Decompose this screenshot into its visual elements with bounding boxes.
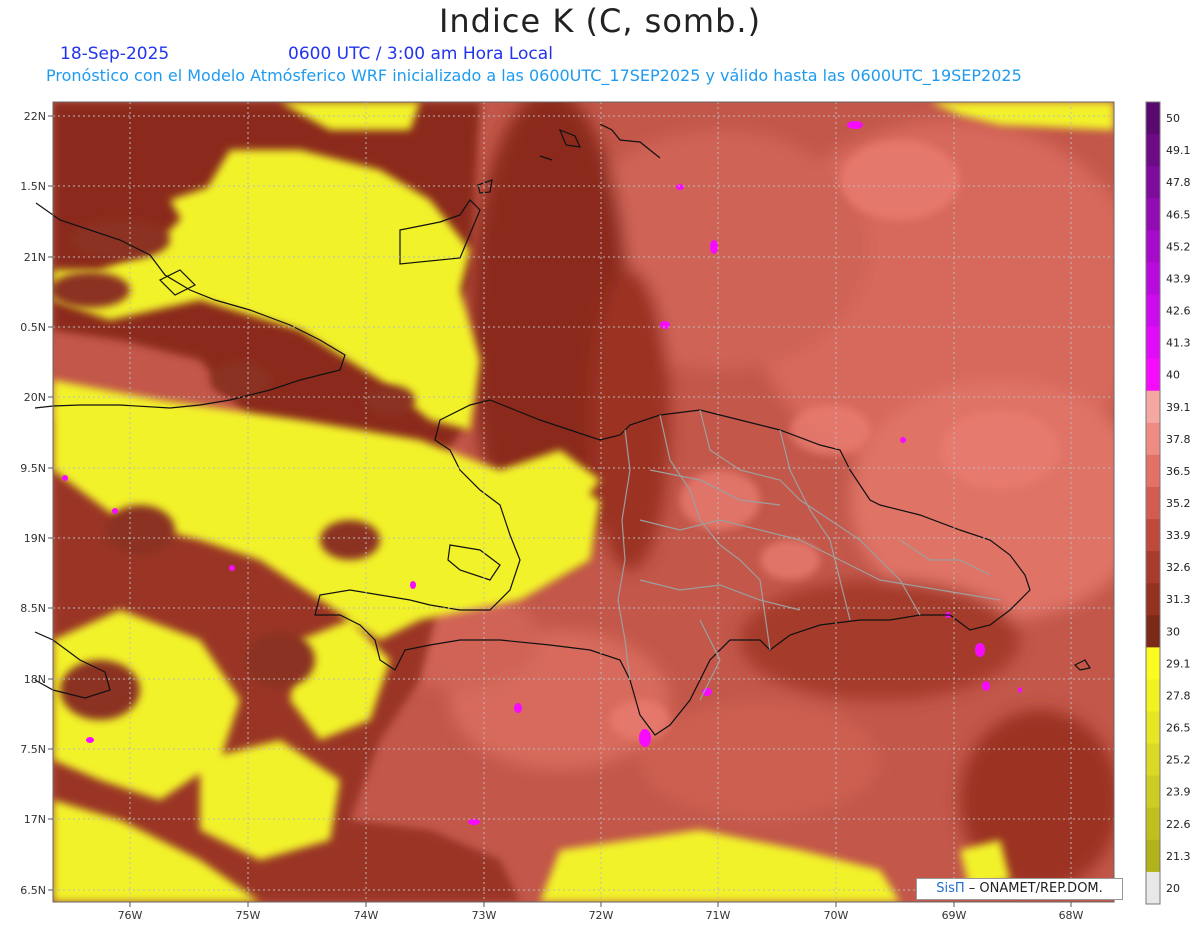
colorbar-label: 33.9 bbox=[1166, 529, 1191, 542]
colorbar-swatch bbox=[1146, 262, 1160, 295]
colorbar-swatch bbox=[1146, 390, 1160, 424]
colorbar-label: 42.6 bbox=[1166, 305, 1191, 318]
lat-label: 8.5N bbox=[20, 602, 46, 615]
colorbar-swatch bbox=[1146, 102, 1160, 135]
colorbar-swatch bbox=[1146, 358, 1160, 392]
colorbar-swatch bbox=[1146, 647, 1160, 680]
colorbar-swatch bbox=[1146, 679, 1160, 713]
colorbar-label: 21.3 bbox=[1166, 850, 1191, 863]
colorbar-swatch bbox=[1146, 134, 1160, 167]
longitude-labels: 76W 75W 74W 73W 72W 71W 70W 69W 68W bbox=[118, 909, 1084, 922]
colorbar-swatch bbox=[1146, 294, 1160, 328]
lon-label: 71W bbox=[706, 909, 731, 922]
lon-label: 72W bbox=[589, 909, 614, 922]
colorbar-swatch bbox=[1146, 166, 1160, 199]
colorbar-label: 23.9 bbox=[1166, 786, 1191, 799]
lon-label: 76W bbox=[118, 909, 143, 922]
colorbar-label: 46.5 bbox=[1166, 208, 1191, 221]
lat-label: 0.5N bbox=[20, 321, 46, 334]
k-index-map: 22N 1.5N 21N 0.5N 20N 9.5N 19N 8.5N 18N … bbox=[20, 101, 1191, 922]
credit-text: – ONAMET/REP.DOM. bbox=[964, 881, 1103, 896]
lon-label: 69W bbox=[942, 909, 967, 922]
colorbar-swatch bbox=[1146, 871, 1160, 905]
colorbar-swatch bbox=[1146, 743, 1160, 777]
lat-label: 9.5N bbox=[20, 462, 46, 475]
lon-label: 70W bbox=[824, 909, 849, 922]
lat-label: 21N bbox=[24, 251, 46, 264]
colorbar: 50 49.1 47.8 46.5 45.2 43.9 42.6 41.3 40 39.1 37.8… bbox=[1145, 101, 1191, 905]
lat-label: 22N bbox=[24, 110, 46, 123]
colorbar-label: 50 bbox=[1166, 112, 1180, 125]
lat-label: 19N bbox=[24, 532, 46, 545]
colorbar-swatch bbox=[1146, 583, 1160, 616]
k-index-field bbox=[53, 102, 1114, 902]
lat-label: 7.5N bbox=[20, 743, 46, 756]
colorbar-label: 35.2 bbox=[1166, 497, 1191, 510]
colorbar-label: 26.5 bbox=[1166, 722, 1191, 735]
lat-label: 18N bbox=[24, 673, 46, 686]
colorbar-label: 41.3 bbox=[1166, 337, 1191, 350]
colorbar-label: 36.5 bbox=[1166, 465, 1191, 478]
colorbar-swatch bbox=[1146, 839, 1160, 873]
colorbar-label: 49.1 bbox=[1166, 144, 1191, 157]
colorbar-label: 25.2 bbox=[1166, 754, 1191, 767]
colorbar-swatch bbox=[1146, 198, 1160, 231]
colorbar-label: 27.8 bbox=[1166, 689, 1191, 702]
colorbar-label: 37.8 bbox=[1166, 433, 1191, 446]
colorbar-label: 39.1 bbox=[1166, 401, 1191, 414]
colorbar-swatch bbox=[1146, 422, 1160, 456]
lat-label: 17N bbox=[24, 813, 46, 826]
colorbar-swatch bbox=[1146, 454, 1160, 488]
colorbar-swatch bbox=[1146, 775, 1160, 809]
lat-label: 1.5N bbox=[20, 180, 46, 193]
colorbar-label: 40 bbox=[1166, 369, 1180, 382]
colorbar-swatch bbox=[1146, 486, 1160, 520]
colorbar-label: 45.2 bbox=[1166, 240, 1191, 253]
colorbar-label: 32.6 bbox=[1166, 561, 1191, 574]
colorbar-label: 29.1 bbox=[1166, 657, 1191, 670]
colorbar-label: 31.3 bbox=[1166, 593, 1191, 606]
colorbar-label: 20 bbox=[1166, 882, 1180, 895]
lat-label: 20N bbox=[24, 391, 46, 404]
latitude-labels: 22N 1.5N 21N 0.5N 20N 9.5N 19N 8.5N 18N … bbox=[20, 110, 46, 897]
credit-box: SisΠ – ONAMET/REP.DOM. bbox=[916, 878, 1123, 900]
colorbar-label: 47.8 bbox=[1166, 176, 1191, 189]
colorbar-swatch bbox=[1146, 519, 1160, 552]
lat-label: 6.5N bbox=[20, 884, 46, 897]
colorbar-label: 30 bbox=[1166, 625, 1180, 638]
colorbar-swatch bbox=[1146, 551, 1160, 584]
lon-label: 73W bbox=[472, 909, 497, 922]
colorbar-swatch bbox=[1146, 711, 1160, 745]
colorbar-label: 43.9 bbox=[1166, 272, 1191, 285]
colorbar-swatch bbox=[1146, 326, 1160, 360]
lon-label: 68W bbox=[1059, 909, 1084, 922]
lon-label: 75W bbox=[236, 909, 261, 922]
colorbar-label: 22.6 bbox=[1166, 818, 1191, 831]
colorbar-swatch bbox=[1146, 230, 1160, 263]
sistpi-logo: SisΠ bbox=[936, 881, 965, 896]
colorbar-swatch bbox=[1146, 615, 1160, 648]
lon-label: 74W bbox=[354, 909, 379, 922]
colorbar-swatch bbox=[1146, 807, 1160, 841]
